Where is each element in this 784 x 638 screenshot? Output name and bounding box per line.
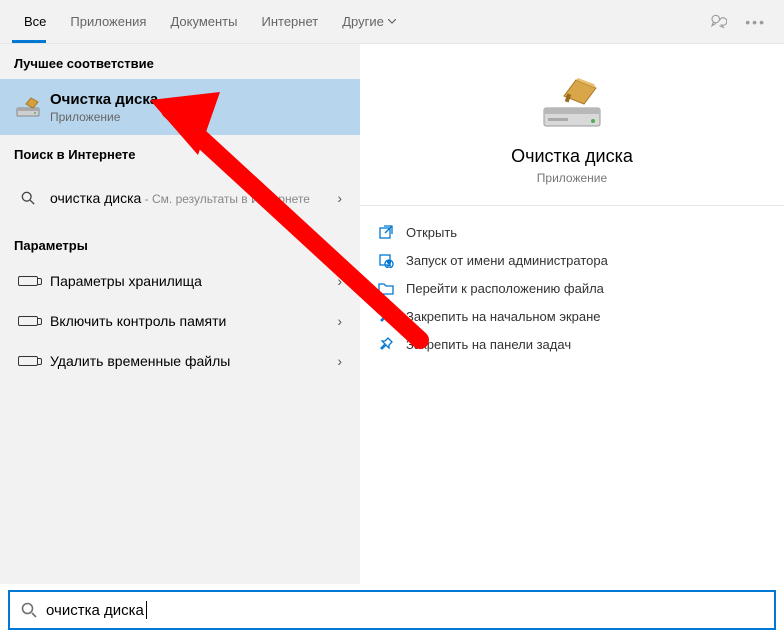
detail-title: Очистка диска: [378, 146, 766, 167]
action-pin-taskbar[interactable]: Закрепить на панели задач: [378, 330, 766, 358]
search-input[interactable]: очистка диска: [46, 602, 144, 619]
result-delete-temp[interactable]: Удалить временные файлы ›: [0, 341, 360, 381]
group-header-settings: Параметры: [0, 226, 360, 261]
search-icon: [20, 602, 38, 618]
group-header-web: Поиск в Интернете: [0, 135, 360, 170]
action-label: Запуск от имени администратора: [406, 253, 608, 268]
chevron-right-icon: ›: [333, 190, 346, 206]
search-filter-tabs: Все Приложения Документы Интернет Другие…: [0, 0, 784, 44]
result-title: Удалить временные файлы: [50, 353, 230, 369]
action-label: Открыть: [406, 225, 457, 240]
result-storage-settings[interactable]: Параметры хранилища ›: [0, 261, 360, 301]
detail-panel: Очистка диска Приложение Открыть Запуск …: [360, 44, 784, 584]
feedback-icon[interactable]: [709, 13, 727, 31]
pin-start-icon: [378, 308, 394, 324]
active-tab-indicator: [12, 40, 46, 43]
chevron-right-icon: ›: [333, 273, 346, 289]
search-bar[interactable]: очистка диска: [8, 590, 776, 630]
chevron-right-icon: ›: [333, 353, 346, 369]
action-open-location[interactable]: Перейти к расположению файла: [378, 274, 766, 302]
disk-cleanup-large-icon: [540, 74, 604, 130]
result-title: Очистка диска: [50, 91, 346, 108]
result-storage-sense[interactable]: Включить контроль памяти ›: [0, 301, 360, 341]
more-icon[interactable]: •••: [745, 14, 766, 30]
disk-cleanup-icon: [14, 96, 42, 118]
tab-documents[interactable]: Документы: [158, 0, 249, 44]
tab-more-label: Другие: [342, 0, 384, 44]
search-icon: [14, 191, 42, 205]
result-web-search[interactable]: очистка диска - См. результаты в Интерне…: [0, 170, 360, 226]
storage-icon: [14, 276, 42, 286]
action-open[interactable]: Открыть: [378, 218, 766, 246]
detail-subtitle: Приложение: [378, 171, 766, 185]
result-title: Включить контроль памяти: [50, 313, 226, 329]
group-header-best-match: Лучшее соответствие: [0, 44, 360, 79]
folder-icon: [378, 280, 394, 296]
result-title: Параметры хранилища: [50, 273, 202, 289]
tab-internet[interactable]: Интернет: [249, 0, 330, 44]
chevron-right-icon: ›: [333, 313, 346, 329]
divider: [360, 205, 784, 206]
text-caret: [146, 601, 147, 619]
tab-more[interactable]: Другие: [330, 0, 408, 44]
result-best-match[interactable]: Очистка диска Приложение: [0, 79, 360, 135]
storage-icon: [14, 316, 42, 326]
main-content: Лучшее соответствие Очистка диска Прилож…: [0, 44, 784, 584]
action-pin-start[interactable]: Закрепить на начальном экране: [378, 302, 766, 330]
storage-icon: [14, 356, 42, 366]
tab-all[interactable]: Все: [12, 0, 58, 44]
action-run-admin[interactable]: Запуск от имени администратора: [378, 246, 766, 274]
pin-taskbar-icon: [378, 336, 394, 352]
result-subtitle: Приложение: [50, 110, 346, 124]
tab-apps[interactable]: Приложения: [58, 0, 158, 44]
admin-icon: [378, 252, 394, 268]
action-label: Закрепить на начальном экране: [406, 309, 601, 324]
action-label: Перейти к расположению файла: [406, 281, 604, 296]
chevron-down-icon: [388, 19, 396, 24]
result-title: очистка диска: [50, 190, 141, 206]
action-label: Закрепить на панели задач: [406, 337, 571, 352]
result-inline-sub: - См. результаты в Интернете: [141, 192, 310, 206]
open-icon: [378, 224, 394, 240]
results-panel: Лучшее соответствие Очистка диска Прилож…: [0, 44, 360, 584]
